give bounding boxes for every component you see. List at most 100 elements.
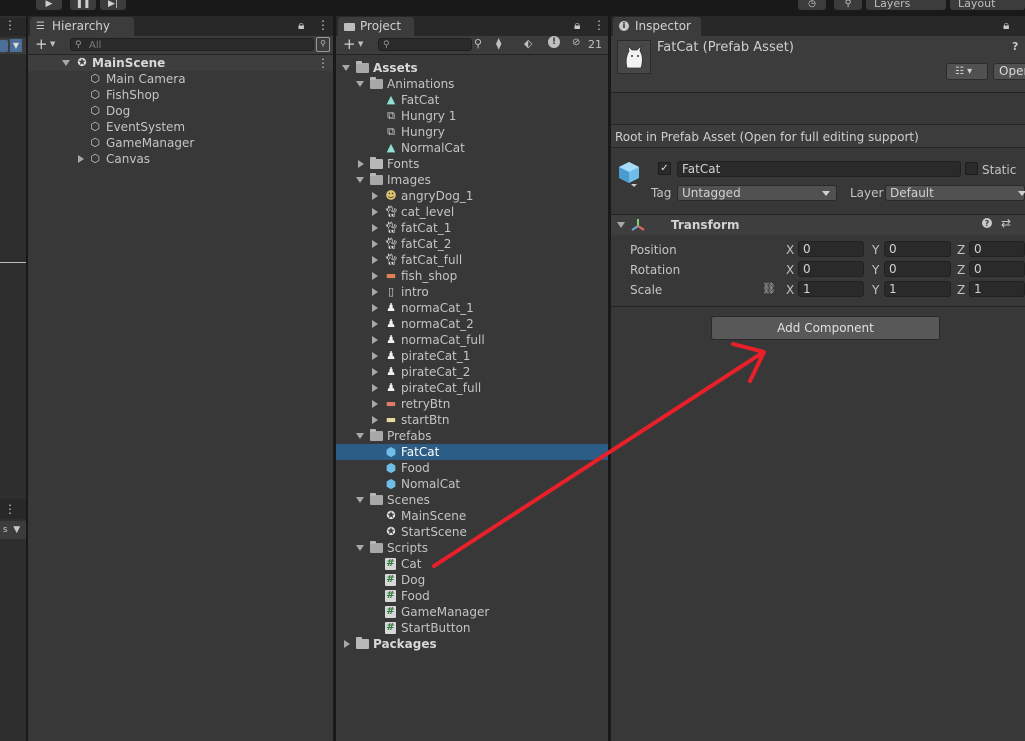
hierarchy-item[interactable]: ⬡ EventSystem <box>28 119 333 135</box>
expand-arrow-icon[interactable] <box>372 208 378 216</box>
hierarchy-search-input[interactable]: ⚲ All <box>70 38 314 51</box>
label-icon[interactable]: ⬖ <box>524 37 532 50</box>
expand-arrow-icon[interactable] <box>372 288 378 296</box>
sprite-item[interactable]: ♟ pirateCat_full <box>336 380 608 396</box>
asset-item[interactable]: ⧉ Hungry <box>336 124 608 140</box>
project-search-input[interactable]: ⚲ <box>378 38 472 51</box>
position-x-field[interactable]: 0 <box>798 241 864 257</box>
scale-y-field[interactable]: 1 <box>884 281 951 297</box>
constrain-proportions-icon[interactable]: ⛓ <box>762 282 776 295</box>
step-icon[interactable]: ▶| <box>100 0 126 10</box>
scene-search-icon[interactable]: ⚲ <box>316 37 330 52</box>
sprite-item[interactable]: ♟ normaCat_1 <box>336 300 608 316</box>
search-icon[interactable]: ⚲ <box>834 0 862 10</box>
lock-icon[interactable]: 🔒︎ <box>1003 18 1009 33</box>
expand-arrow-icon[interactable] <box>358 160 364 168</box>
asset-item[interactable]: ▲ NormalCat <box>336 140 608 156</box>
chevron-down-icon[interactable]: ▼ <box>50 40 55 48</box>
open-prefab-button[interactable]: Open <box>993 63 1025 80</box>
collapse-arrow-icon[interactable] <box>356 433 364 439</box>
chevron-down-icon[interactable]: ▼ <box>358 40 363 48</box>
more-options-icon[interactable]: ⋮ <box>317 18 329 32</box>
more-options-icon[interactable]: ⋮ <box>593 18 605 32</box>
prefab-item[interactable]: ⬢ NomalCat <box>336 476 608 492</box>
tab-inspector[interactable]: i Inspector <box>613 17 701 36</box>
object-name-field[interactable]: FatCat <box>677 161 961 177</box>
tab-hierarchy[interactable]: ☰ Hierarchy <box>30 17 134 36</box>
sprite-item[interactable]: ▬ retryBtn <box>336 396 608 412</box>
script-item[interactable]: # Cat <box>336 556 608 572</box>
sprite-item[interactable]: ♟ normaCat_full <box>336 332 608 348</box>
layer-dropdown[interactable]: Default <box>885 185 1025 201</box>
expand-arrow-icon[interactable] <box>344 640 350 648</box>
hierarchy-item[interactable]: ⬡ GameManager <box>28 135 333 151</box>
collapse-arrow-icon[interactable] <box>356 497 364 503</box>
collapse-arrow-icon[interactable] <box>617 222 625 228</box>
expand-arrow-icon[interactable] <box>372 400 378 408</box>
tag-dropdown[interactable]: Untagged <box>677 185 837 201</box>
script-item[interactable]: # Food <box>336 588 608 604</box>
hierarchy-item[interactable]: ⬡ FishShop <box>28 87 333 103</box>
sprite-item[interactable]: 🐈︎ fatCat_full <box>336 252 608 268</box>
folder-images[interactable]: Images <box>336 172 608 188</box>
expand-arrow-icon[interactable] <box>372 256 378 264</box>
collapse-arrow-icon[interactable] <box>356 177 364 183</box>
more-options-icon[interactable]: ⋮ <box>0 499 26 519</box>
asset-item[interactable]: ▲ FatCat <box>336 92 608 108</box>
rotation-z-field[interactable]: 0 <box>969 261 1025 277</box>
tab-project[interactable]: Project <box>338 17 414 36</box>
expand-arrow-icon[interactable] <box>372 304 378 312</box>
sprite-item[interactable]: ▬ fish_shop <box>336 268 608 284</box>
expand-arrow-icon[interactable] <box>372 240 378 248</box>
static-checkbox[interactable] <box>965 162 978 175</box>
small-dropdown[interactable]: s ▼ <box>0 521 26 539</box>
expand-arrow-icon[interactable] <box>372 320 378 328</box>
expand-arrow-icon[interactable] <box>372 368 378 376</box>
sprite-item[interactable]: 🐈︎ fatCat_1 <box>336 220 608 236</box>
hierarchy-item[interactable]: ⬡ Canvas <box>28 151 333 167</box>
prefab-item[interactable]: ⬢ Food <box>336 460 608 476</box>
settings-sliders-icon[interactable]: ⇄ <box>1001 216 1011 230</box>
sprite-item[interactable]: ▯ intro <box>336 284 608 300</box>
preset-dropdown[interactable]: ☷ ▾ <box>946 63 988 80</box>
prefab-item[interactable]: ⬢ FatCat <box>336 444 608 460</box>
folder-scenes[interactable]: Scenes <box>336 492 608 508</box>
hierarchy-item[interactable]: ⬡ Dog <box>28 103 333 119</box>
hierarchy-item[interactable]: ⬡ Main Camera <box>28 71 333 87</box>
expand-arrow-icon[interactable] <box>78 155 84 163</box>
expand-arrow-icon[interactable] <box>372 272 378 280</box>
assets-folder[interactable]: Assets <box>336 60 608 76</box>
warning-icon[interactable]: ! <box>548 36 560 48</box>
scale-z-field[interactable]: 1 <box>969 281 1025 297</box>
scene-item[interactable]: ✪ StartScene <box>336 524 608 540</box>
play-icon[interactable]: ▶ <box>36 0 62 10</box>
expand-arrow-icon[interactable] <box>372 336 378 344</box>
help-icon[interactable]: ? <box>982 218 992 228</box>
folder-scripts[interactable]: Scripts <box>336 540 608 556</box>
script-item[interactable]: # Dog <box>336 572 608 588</box>
filter-icon[interactable]: ⧫ <box>496 37 501 50</box>
sprite-item[interactable]: ☻ angryDog_1 <box>336 188 608 204</box>
lock-icon[interactable]: 🔒︎ <box>574 18 580 33</box>
script-item[interactable]: # GameManager <box>336 604 608 620</box>
expand-arrow-icon[interactable] <box>372 224 378 232</box>
expand-arrow-icon[interactable] <box>372 384 378 392</box>
scene-row[interactable]: ✪ MainScene ⋮ <box>28 55 333 71</box>
position-y-field[interactable]: 0 <box>884 241 951 257</box>
transform-header[interactable]: Transform ? ⇄ <box>611 215 1025 235</box>
lock-icon[interactable]: 🔒︎ <box>298 18 304 33</box>
sprite-item[interactable]: 🐈︎ fatCat_2 <box>336 236 608 252</box>
rotation-y-field[interactable]: 0 <box>884 261 951 277</box>
sprite-item[interactable]: ♟ normaCat_2 <box>336 316 608 332</box>
sprite-item[interactable]: ♟ pirateCat_1 <box>336 348 608 364</box>
expand-arrow-icon[interactable] <box>372 416 378 424</box>
more-options-icon[interactable]: ⋮ <box>0 18 26 36</box>
hidden-packages-icon[interactable]: ⊘ <box>572 37 580 48</box>
gizmo-toggle[interactable] <box>0 40 8 52</box>
position-z-field[interactable]: 0 <box>969 241 1025 257</box>
folder-fonts[interactable]: Fonts <box>336 156 608 172</box>
packages-folder[interactable]: Packages <box>336 636 608 652</box>
more-options-icon[interactable]: ⋮ <box>317 55 329 71</box>
help-icon[interactable]: ? <box>1012 40 1018 53</box>
rotation-x-field[interactable]: 0 <box>798 261 864 277</box>
